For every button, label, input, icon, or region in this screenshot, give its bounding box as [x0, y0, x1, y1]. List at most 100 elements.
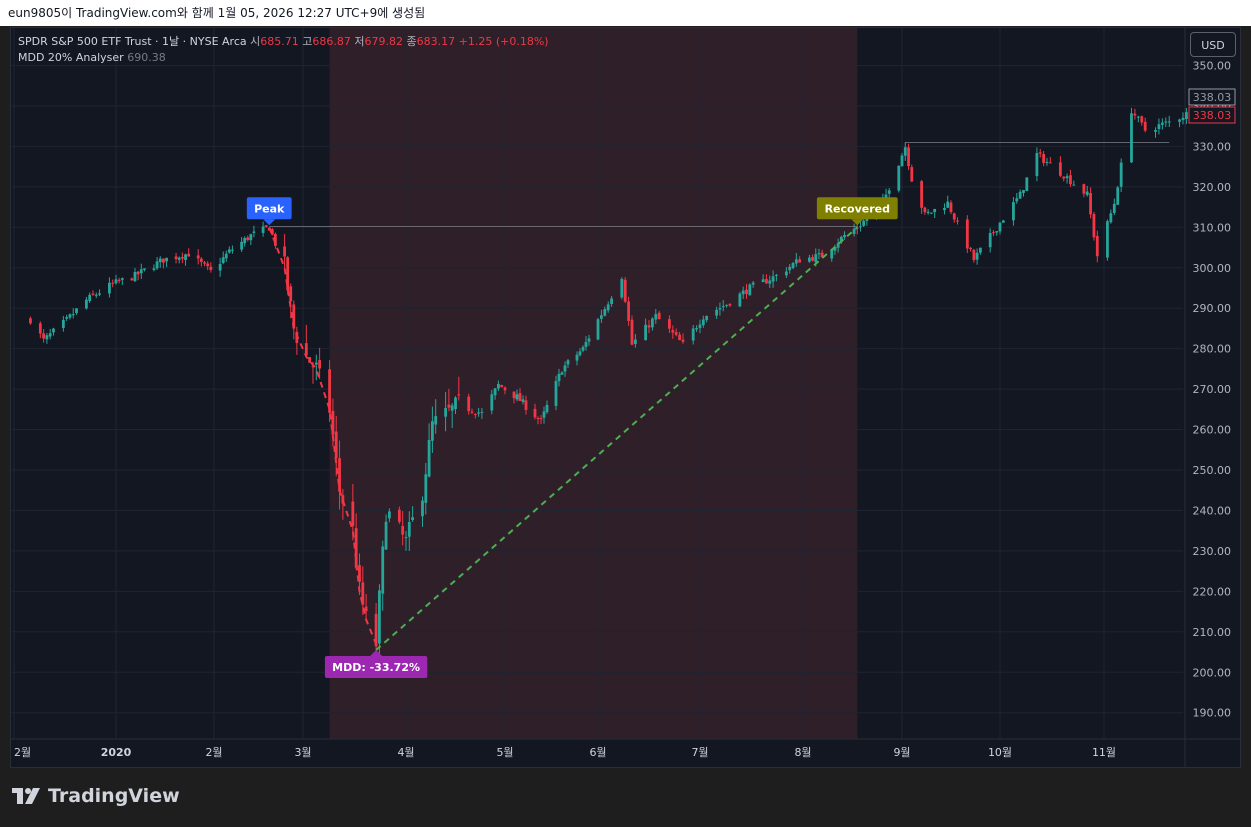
- candle-body[interactable]: [512, 391, 516, 399]
- candle-body[interactable]: [318, 360, 322, 369]
- candle-body[interactable]: [725, 304, 728, 306]
- candle-body[interactable]: [557, 373, 561, 382]
- candle-body[interactable]: [584, 341, 588, 347]
- candle-body[interactable]: [114, 279, 118, 284]
- candle-body[interactable]: [407, 521, 411, 537]
- candle-body[interactable]: [852, 228, 856, 234]
- candle-body[interactable]: [431, 421, 434, 441]
- candle-body[interactable]: [249, 234, 253, 241]
- candle-body[interactable]: [814, 254, 818, 263]
- candle-body[interactable]: [907, 147, 910, 167]
- candle-body[interactable]: [411, 517, 414, 521]
- candle-body[interactable]: [1058, 162, 1062, 176]
- candle-body[interactable]: [587, 338, 591, 342]
- candle-body[interactable]: [596, 319, 600, 340]
- candle-body[interactable]: [998, 222, 1002, 232]
- candle-body[interactable]: [657, 312, 661, 320]
- candle-body[interactable]: [630, 319, 634, 345]
- candle-body[interactable]: [771, 276, 775, 282]
- candle-body[interactable]: [427, 439, 431, 477]
- candle-body[interactable]: [289, 286, 293, 302]
- candle-body[interactable]: [387, 511, 391, 519]
- candle-body[interactable]: [817, 253, 821, 255]
- candle-body[interactable]: [1143, 121, 1147, 131]
- candle-body[interactable]: [397, 509, 401, 522]
- candle-body[interactable]: [196, 255, 200, 259]
- candle-body[interactable]: [949, 202, 953, 213]
- candle-body[interactable]: [946, 201, 950, 208]
- candle-body[interactable]: [560, 372, 564, 375]
- candle-body[interactable]: [162, 258, 165, 263]
- candle-body[interactable]: [791, 263, 795, 269]
- candle-body[interactable]: [1185, 112, 1188, 120]
- candle-body[interactable]: [1157, 124, 1161, 130]
- candle-body[interactable]: [1042, 153, 1046, 163]
- candle-body[interactable]: [995, 231, 999, 233]
- candle-body[interactable]: [715, 309, 719, 316]
- candle-body[interactable]: [447, 404, 451, 408]
- candle-body[interactable]: [1082, 184, 1086, 194]
- candle-body[interactable]: [748, 284, 752, 296]
- candle-body[interactable]: [992, 232, 995, 234]
- candle-body[interactable]: [843, 235, 846, 238]
- candle-body[interactable]: [1154, 129, 1157, 132]
- candle-body[interactable]: [988, 232, 992, 248]
- candle-body[interactable]: [728, 303, 732, 306]
- candle-body[interactable]: [600, 315, 603, 319]
- candle-body[interactable]: [897, 165, 901, 191]
- candle-body[interactable]: [620, 278, 624, 298]
- candle-body[interactable]: [695, 328, 698, 330]
- candle-body[interactable]: [252, 231, 256, 233]
- candle-body[interactable]: [351, 501, 355, 526]
- candle-body[interactable]: [542, 411, 546, 418]
- candle-body[interactable]: [283, 246, 286, 257]
- candle-body[interactable]: [678, 334, 681, 341]
- candle-body[interactable]: [133, 271, 137, 282]
- candle-body[interactable]: [794, 259, 798, 264]
- candle-body[interactable]: [1106, 221, 1109, 258]
- candle-body[interactable]: [98, 293, 101, 295]
- candle-body[interactable]: [965, 219, 969, 249]
- candle-body[interactable]: [136, 271, 140, 275]
- candle-body[interactable]: [751, 282, 755, 285]
- candle-body[interactable]: [45, 335, 49, 340]
- candle-body[interactable]: [52, 328, 55, 333]
- candle-body[interactable]: [969, 247, 972, 250]
- candle-body[interactable]: [470, 411, 474, 413]
- candle-body[interactable]: [775, 274, 778, 276]
- candle-body[interactable]: [654, 314, 658, 320]
- candle-body[interactable]: [1160, 122, 1164, 125]
- candle-body[interactable]: [404, 537, 408, 539]
- candle-body[interactable]: [581, 347, 585, 351]
- candle-body[interactable]: [575, 354, 579, 361]
- candle-body[interactable]: [48, 333, 52, 337]
- candle-body[interactable]: [768, 280, 772, 284]
- chart-canvas[interactable]: 190.00 200.00 210.00 220.00 230.00 240.00 250.…: [0, 0, 1251, 827]
- candle-body[interactable]: [930, 212, 933, 214]
- candle-body[interactable]: [972, 249, 976, 261]
- candle-body[interactable]: [75, 308, 78, 314]
- candle-body[interactable]: [497, 383, 500, 389]
- candle-body[interactable]: [1095, 235, 1099, 257]
- candle-body[interactable]: [1136, 116, 1140, 118]
- candle-body[interactable]: [603, 309, 607, 316]
- candle-body[interactable]: [314, 362, 318, 365]
- candle-body[interactable]: [554, 381, 558, 406]
- candle-body[interactable]: [1045, 161, 1049, 163]
- candle-body[interactable]: [261, 226, 265, 233]
- candle-body[interactable]: [120, 278, 124, 280]
- candle-body[interactable]: [606, 304, 610, 311]
- candle-body[interactable]: [1133, 113, 1137, 116]
- candle-body[interactable]: [691, 328, 695, 341]
- candle-body[interactable]: [187, 253, 191, 257]
- candle-body[interactable]: [111, 282, 115, 284]
- candle-body[interactable]: [338, 458, 341, 492]
- candle-body[interactable]: [1022, 190, 1025, 193]
- candle-body[interactable]: [745, 289, 748, 295]
- candle-body[interactable]: [1038, 152, 1042, 154]
- candle-body[interactable]: [563, 365, 567, 372]
- candle-body[interactable]: [788, 266, 792, 271]
- candle-body[interactable]: [209, 266, 213, 270]
- candle-body[interactable]: [1089, 192, 1092, 215]
- candle-body[interactable]: [246, 237, 250, 241]
